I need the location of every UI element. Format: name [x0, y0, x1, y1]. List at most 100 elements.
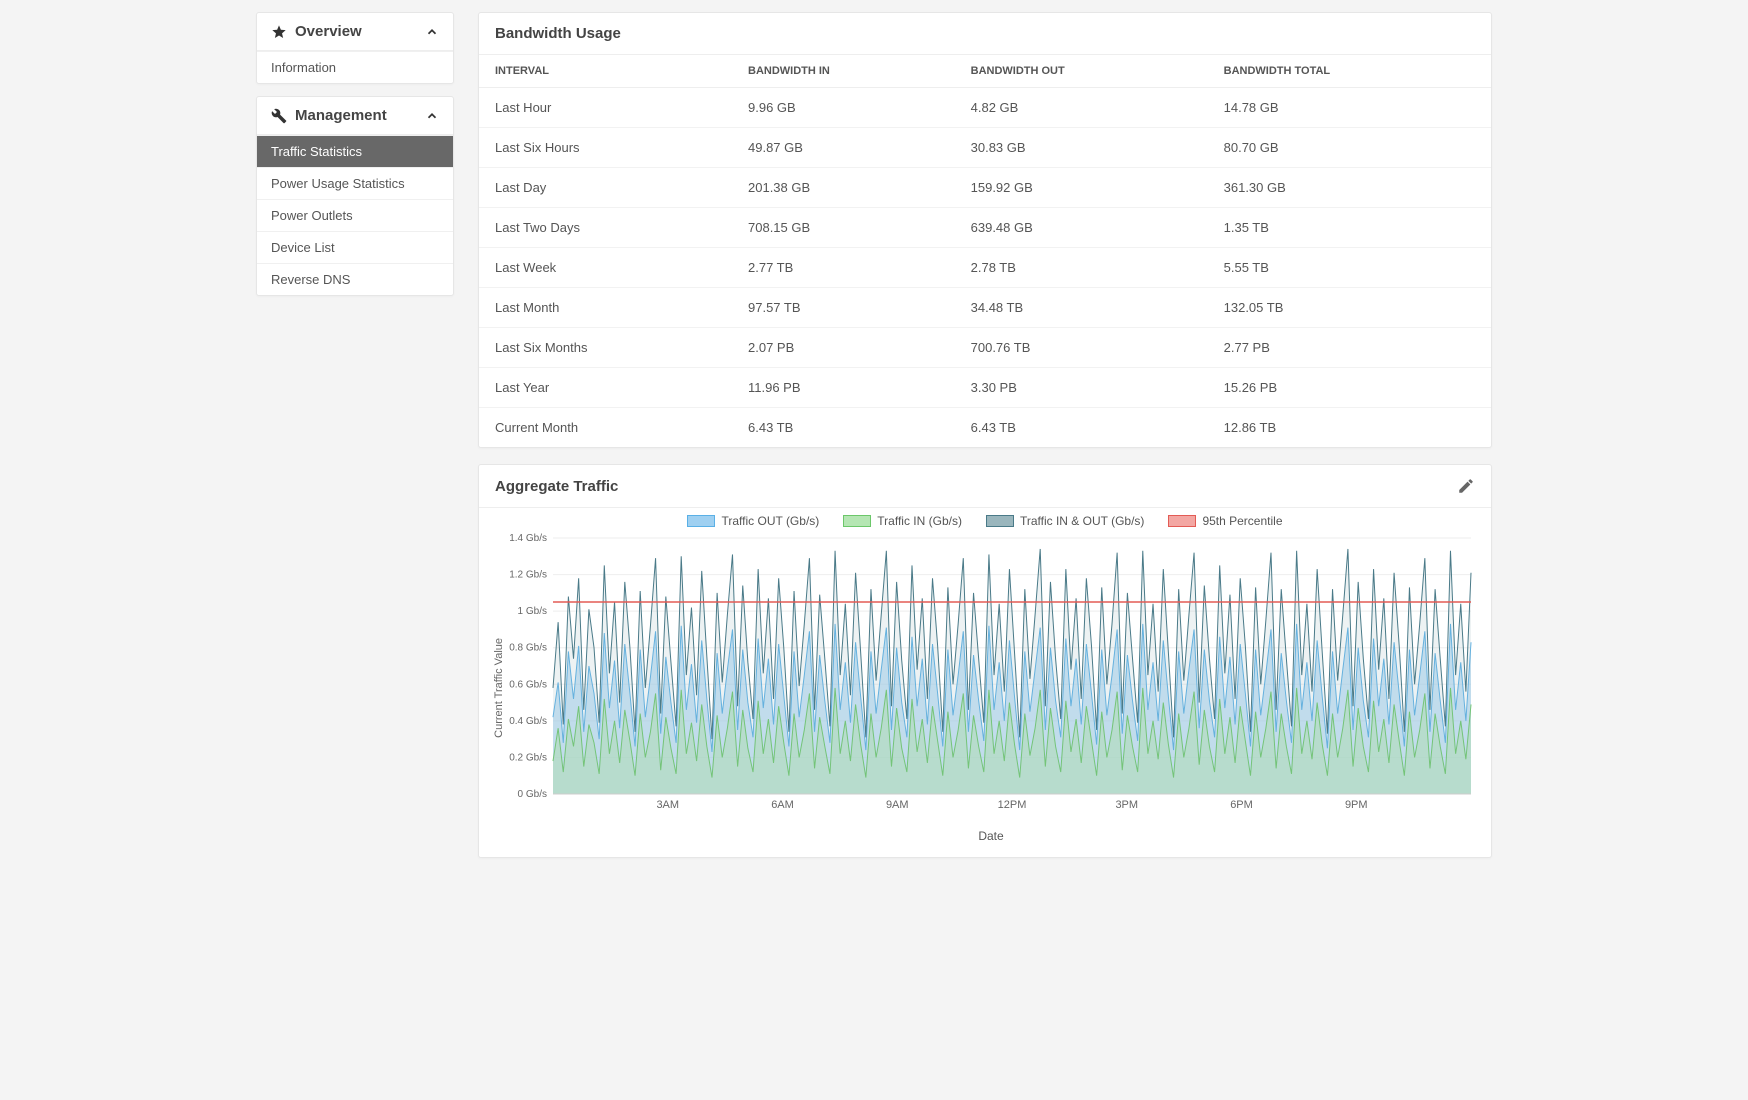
cell-out: 4.82 GB [955, 88, 1208, 128]
chart-legend: Traffic OUT (Gb/s) Traffic IN (Gb/s) Traff… [493, 508, 1477, 532]
svg-text:0.6 Gb/s: 0.6 Gb/s [509, 679, 547, 690]
legend-item[interactable]: Traffic IN (Gb/s) [843, 514, 962, 528]
cell-out: 639.48 GB [955, 208, 1208, 248]
table-row: Last Six Hours49.87 GB30.83 GB80.70 GB [479, 128, 1491, 168]
cell-in: 9.96 GB [732, 88, 955, 128]
cell-interval: Last Six Months [479, 328, 732, 368]
cell-total: 132.05 TB [1208, 288, 1491, 328]
svg-text:0.8 Gb/s: 0.8 Gb/s [509, 643, 547, 654]
table-row: Last Week2.77 TB2.78 TB5.55 TB [479, 248, 1491, 288]
sidebar-item-power-outlets[interactable]: Power Outlets [257, 199, 453, 231]
table-row: Current Month6.43 TB6.43 TB12.86 TB [479, 408, 1491, 448]
legend-item[interactable]: 95th Percentile [1168, 514, 1282, 528]
cell-in: 201.38 GB [732, 168, 955, 208]
cell-out: 6.43 TB [955, 408, 1208, 448]
cell-total: 14.78 GB [1208, 88, 1491, 128]
col-bandwidth-total: BANDWIDTH TOTAL [1208, 55, 1491, 88]
cell-interval: Last Year [479, 368, 732, 408]
chevron-up-icon [425, 25, 439, 39]
col-bandwidth-out: BANDWIDTH OUT [955, 55, 1208, 88]
legend-label: 95th Percentile [1202, 514, 1282, 528]
cell-out: 34.48 TB [955, 288, 1208, 328]
legend-swatch [1168, 515, 1196, 527]
cell-interval: Current Month [479, 408, 732, 448]
sidebar-section-management: Management Traffic Statistics Power Usag… [256, 96, 454, 296]
sidebar-item-traffic-statistics[interactable]: Traffic Statistics [257, 135, 453, 167]
bandwidth-table: INTERVAL BANDWIDTH IN BANDWIDTH OUT BAND… [479, 55, 1491, 447]
svg-text:12PM: 12PM [998, 799, 1027, 811]
cell-total: 361.30 GB [1208, 168, 1491, 208]
svg-text:0.4 Gb/s: 0.4 Gb/s [509, 716, 547, 727]
cell-in: 2.07 PB [732, 328, 955, 368]
cell-out: 3.30 PB [955, 368, 1208, 408]
sidebar-item-label: Reverse DNS [271, 272, 350, 287]
svg-text:6AM: 6AM [771, 799, 794, 811]
svg-text:0.2 Gb/s: 0.2 Gb/s [509, 752, 547, 763]
traffic-chart[interactable]: 0 Gb/s0.2 Gb/s0.4 Gb/s0.6 Gb/s0.8 Gb/s1 … [505, 532, 1477, 822]
sidebar-section-header-overview[interactable]: Overview [257, 13, 453, 51]
sidebar-item-label: Power Outlets [271, 208, 353, 223]
wrench-icon [271, 108, 287, 124]
legend-label: Traffic IN (Gb/s) [877, 514, 962, 528]
cell-total: 1.35 TB [1208, 208, 1491, 248]
cell-total: 12.86 TB [1208, 408, 1491, 448]
svg-text:6PM: 6PM [1230, 799, 1253, 811]
cell-interval: Last Hour [479, 88, 732, 128]
cell-out: 700.76 TB [955, 328, 1208, 368]
sidebar-section-header-management[interactable]: Management [257, 97, 453, 135]
sidebar-item-label: Traffic Statistics [271, 144, 362, 159]
legend-swatch [843, 515, 871, 527]
sidebar-section-overview: Overview Information [256, 12, 454, 84]
card-title: Bandwidth Usage [495, 25, 621, 42]
aggregate-traffic-card: Aggregate Traffic Traffic OUT (Gb/s)Traf… [478, 464, 1492, 858]
legend-swatch [986, 515, 1014, 527]
table-row: Last Hour9.96 GB4.82 GB14.78 GB [479, 88, 1491, 128]
sidebar: Overview Information Management [256, 12, 454, 874]
sidebar-item-device-list[interactable]: Device List [257, 231, 453, 263]
cell-in: 6.43 TB [732, 408, 955, 448]
cell-total: 80.70 GB [1208, 128, 1491, 168]
sidebar-item-reverse-dns[interactable]: Reverse DNS [257, 263, 453, 295]
svg-text:9PM: 9PM [1345, 799, 1368, 811]
x-axis-label: Date [505, 829, 1477, 843]
sidebar-item-power-usage-statistics[interactable]: Power Usage Statistics [257, 167, 453, 199]
cell-in: 11.96 PB [732, 368, 955, 408]
y-axis-label: Current Traffic Value [493, 638, 505, 738]
cell-in: 2.77 TB [732, 248, 955, 288]
section-title: Overview [295, 23, 362, 40]
cell-in: 708.15 GB [732, 208, 955, 248]
table-row: Last Year11.96 PB3.30 PB15.26 PB [479, 368, 1491, 408]
cell-out: 159.92 GB [955, 168, 1208, 208]
card-title: Aggregate Traffic [495, 478, 618, 495]
svg-text:9AM: 9AM [886, 799, 909, 811]
table-header-row: INTERVAL BANDWIDTH IN BANDWIDTH OUT BAND… [479, 55, 1491, 88]
cell-total: 15.26 PB [1208, 368, 1491, 408]
cell-in: 49.87 GB [732, 128, 955, 168]
cell-total: 5.55 TB [1208, 248, 1491, 288]
legend-label: Traffic IN & OUT (Gb/s) [1020, 514, 1144, 528]
legend-swatch [687, 515, 715, 527]
bandwidth-usage-card: Bandwidth Usage INTERVAL BANDWIDTH IN BA… [478, 12, 1492, 448]
cell-interval: Last Day [479, 168, 732, 208]
table-row: Last Six Months2.07 PB700.76 TB2.77 PB [479, 328, 1491, 368]
table-row: Last Day201.38 GB159.92 GB361.30 GB [479, 168, 1491, 208]
table-row: Last Month97.57 TB34.48 TB132.05 TB [479, 288, 1491, 328]
edit-icon[interactable] [1457, 477, 1475, 495]
svg-text:3PM: 3PM [1115, 799, 1138, 811]
chart-area: Traffic OUT (Gb/s) Traffic IN (Gb/s) Traff… [479, 508, 1491, 857]
cell-interval: Last Week [479, 248, 732, 288]
main-content: Bandwidth Usage INTERVAL BANDWIDTH IN BA… [478, 12, 1492, 874]
section-title: Management [295, 107, 387, 124]
sidebar-item-label: Power Usage Statistics [271, 176, 405, 191]
sidebar-item-information[interactable]: Information [257, 51, 453, 83]
legend-item[interactable]: Traffic IN & OUT (Gb/s) [986, 514, 1144, 528]
legend-item[interactable]: Traffic OUT (Gb/s) [687, 514, 819, 528]
svg-text:1.4 Gb/s: 1.4 Gb/s [509, 533, 547, 544]
sidebar-item-label: Device List [271, 240, 335, 255]
cell-interval: Last Two Days [479, 208, 732, 248]
svg-text:0 Gb/s: 0 Gb/s [518, 789, 547, 800]
col-bandwidth-in: BANDWIDTH IN [732, 55, 955, 88]
cell-total: 2.77 PB [1208, 328, 1491, 368]
cell-interval: Last Six Hours [479, 128, 732, 168]
chevron-up-icon [425, 109, 439, 123]
